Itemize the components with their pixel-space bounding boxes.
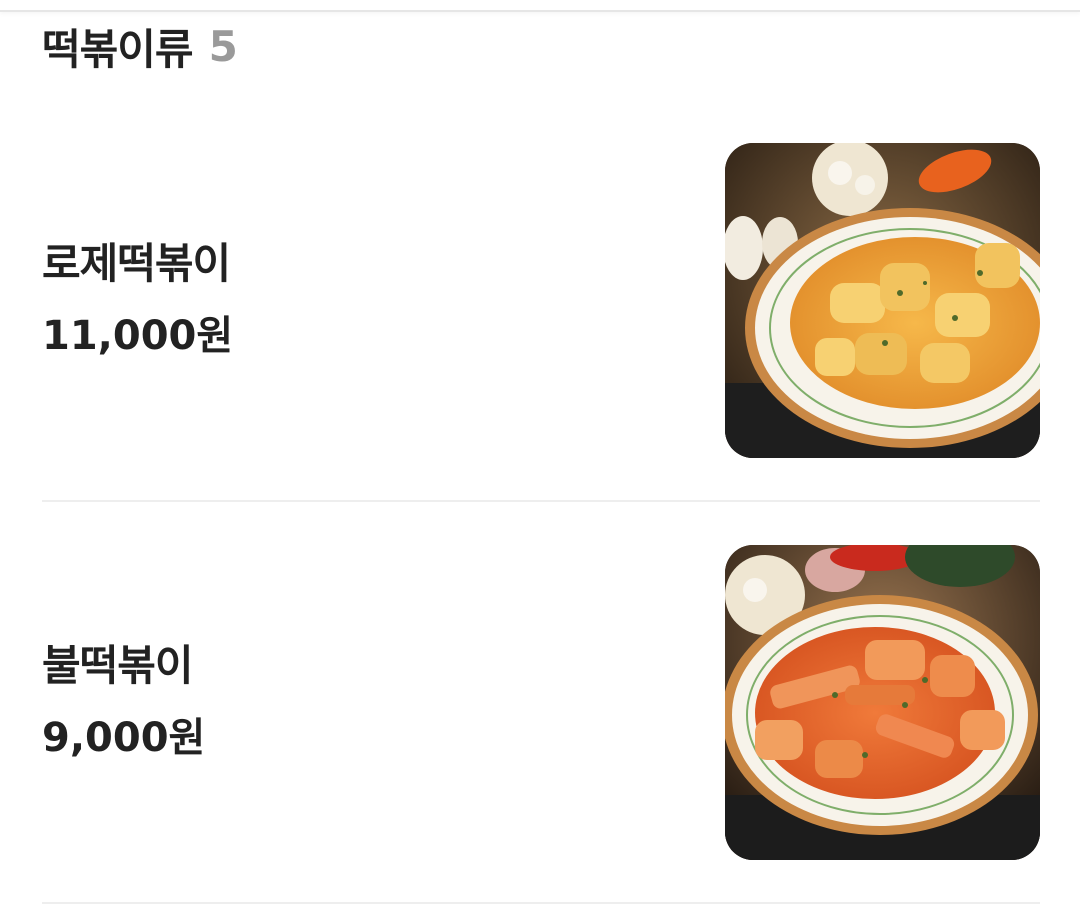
item-price: 9,000원 (42, 715, 206, 761)
spicy-tteokbokki-photo[interactable] (725, 545, 1040, 860)
item-name: 로제떡볶이 (42, 239, 231, 288)
top-bar (0, 0, 1080, 12)
section-count: 5 (208, 21, 238, 71)
item-price: 11,000원 (42, 313, 234, 359)
rose-tteokbokki-photo[interactable] (725, 143, 1040, 458)
section-header: 떡볶이류 5 (42, 16, 238, 76)
menu-list: 로제떡볶이 11,000원 불떡볶이 9,000원 (42, 100, 1040, 904)
item-info: 로제떡볶이 11,000원 (42, 100, 233, 500)
item-name: 불떡볶이 (42, 641, 194, 690)
section-title: 떡볶이류 (42, 24, 194, 74)
item-info: 불떡볶이 9,000원 (42, 502, 205, 902)
menu-item-spicy-tteokbokki[interactable]: 불떡볶이 9,000원 (42, 502, 1040, 904)
menu-item-rose-tteokbokki[interactable]: 로제떡볶이 11,000원 (42, 100, 1040, 502)
